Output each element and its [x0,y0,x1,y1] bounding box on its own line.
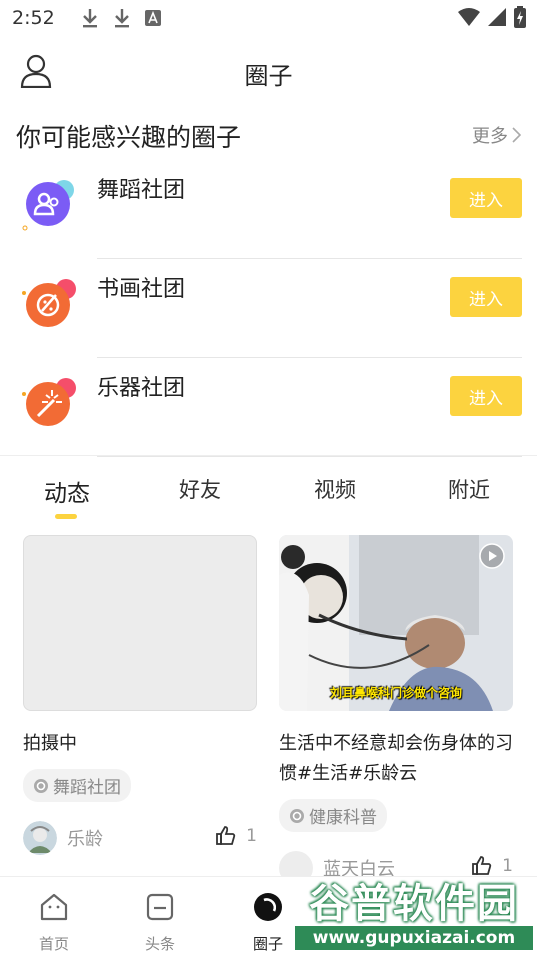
chevron-right-icon [512,127,521,143]
author-name[interactable]: 乐龄 [67,825,103,851]
post-author: 乐龄 1 [23,820,257,856]
magic-wand-icon [22,378,76,426]
circle-name: 乐器社团 [97,376,186,401]
recommend-title: 你可能感兴趣的圈子 [16,123,242,152]
site-watermark: 谷普软件园 www.gupuxiazai.com [295,874,533,952]
section-divider [0,455,537,456]
video-thumbnail[interactable]: 刘耳鼻喉科门诊做个咨询 [279,535,513,711]
status-time: 2:52 [12,7,55,29]
post-caption: 拍摄中 [23,733,77,754]
watermark-url: www.gupuxiazai.com [295,926,533,950]
feed-card[interactable]: 拍摄中 舞蹈社团 乐龄 1 [23,535,257,856]
post-thumbnail-placeholder[interactable] [23,535,257,711]
watermark-text: 谷普软件园 [309,881,519,927]
battery-icon [514,6,526,28]
like-button[interactable]: 1 [216,826,257,846]
circle-item-dance[interactable]: 舞蹈社团 进入 [0,160,537,259]
headline-icon [146,893,174,921]
tab-friends[interactable]: 好友 [150,474,250,504]
circle-item-calligraphy[interactable]: 书画社团 进入 [0,259,537,358]
nav-headline[interactable]: 头条 [120,891,200,954]
avatar[interactable] [23,821,57,855]
like-count: 1 [246,826,257,846]
active-tab-indicator [55,514,77,519]
video-subtitle: 刘耳鼻喉科门诊做个咨询 [329,686,462,700]
dance-group-icon [22,180,74,231]
enter-button[interactable]: 进入 [450,277,522,317]
circle-tag-icon [34,778,48,793]
post-caption: 生活中不经意却会伤身体的习惯#生活#乐龄云 [279,733,513,784]
circle-tag-label: 健康科普 [309,808,377,828]
circle-tag-label: 舞蹈社团 [53,778,121,798]
more-label: 更多 [472,126,508,147]
tab-dynamic[interactable]: 动态 [17,474,117,508]
signal-icon [488,8,506,26]
tab-videos[interactable]: 视频 [285,474,385,504]
tab-nearby[interactable]: 附近 [419,474,519,504]
painting-palette-icon [22,279,76,327]
feed-card[interactable]: 刘耳鼻喉科门诊做个咨询 生活中不经意却会伤身体的习惯#生活#乐龄云 健康科普 蓝… [279,535,513,886]
app-a-icon [144,10,161,26]
circle-item-instrument[interactable]: 乐器社团 进入 [0,358,537,457]
circle-name: 舞蹈社团 [97,178,186,203]
circle-tag-icon [290,808,304,823]
page-title: 圈子 [244,62,293,90]
home-icon [40,893,68,921]
notification-icons [81,8,161,28]
recommend-header: 你可能感兴趣的圈子 更多 [16,112,521,156]
download-icon [82,9,97,28]
nav-label: 首页 [38,935,69,953]
enter-button[interactable]: 进入 [450,376,522,416]
feed-tabs: 动态 好友 视频 附近 [0,470,537,522]
circle-tag[interactable]: 健康科普 [279,799,387,832]
thumbs-up-icon [216,826,236,845]
enter-button[interactable]: 进入 [450,178,522,218]
system-icons [457,6,527,28]
nav-home[interactable]: 首页 [14,891,94,954]
top-header: 圈子 [0,44,537,100]
circle-name: 书画社团 [97,277,186,302]
more-link[interactable]: 更多 [472,122,521,148]
wifi-icon [458,8,480,26]
download-icon [114,9,129,28]
circle-tag[interactable]: 舞蹈社团 [23,769,131,802]
divider [97,456,522,457]
status-bar: 2:52 [0,0,537,36]
play-icon[interactable] [479,543,505,569]
circle-icon [254,893,282,921]
nav-label: 头条 [144,935,175,953]
